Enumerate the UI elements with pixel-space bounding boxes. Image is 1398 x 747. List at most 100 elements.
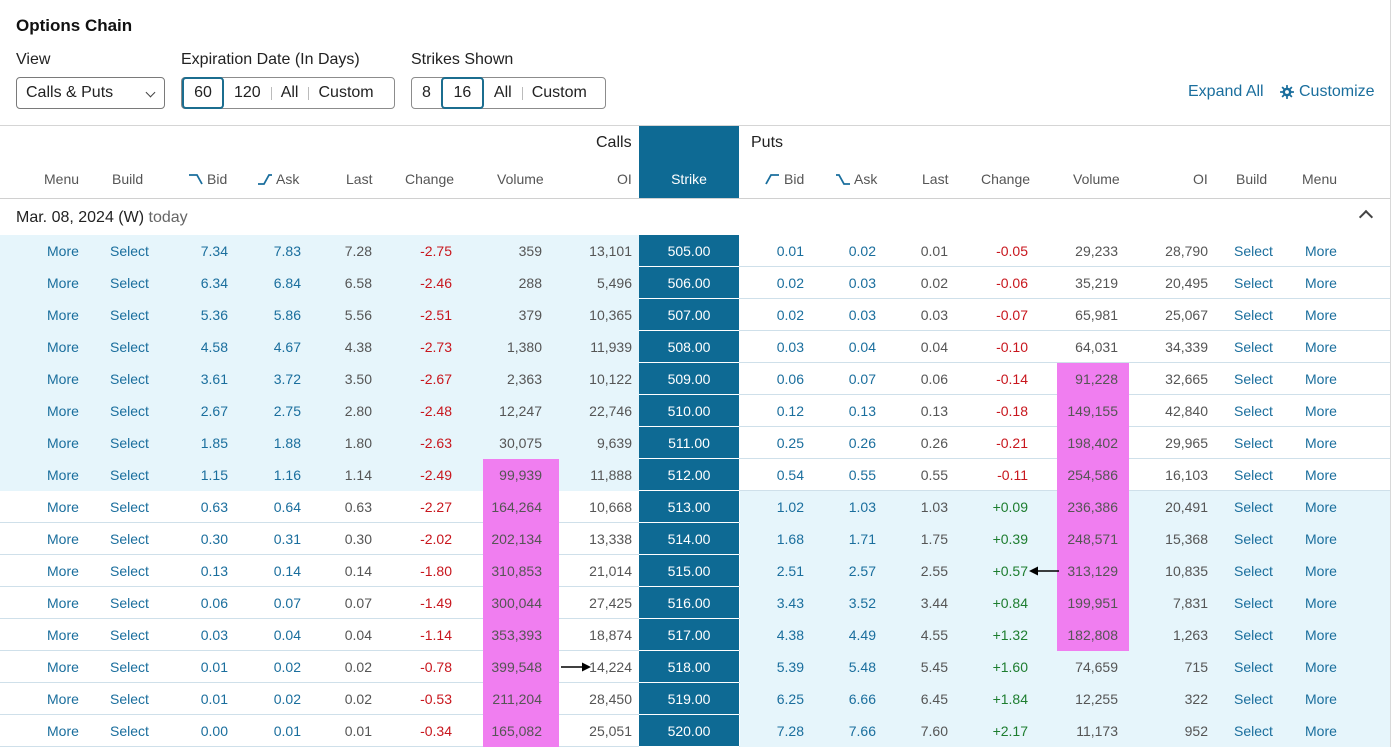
calls-select-link[interactable]: Select bbox=[110, 307, 149, 323]
puts-more-link[interactable]: More bbox=[1305, 371, 1337, 387]
calls-select-link[interactable]: Select bbox=[110, 563, 149, 579]
puts-more-link[interactable]: More bbox=[1305, 531, 1337, 547]
puts-ask-cell[interactable]: 1.03 bbox=[849, 499, 876, 515]
calls-select-link[interactable]: Select bbox=[110, 595, 149, 611]
puts-ask-cell[interactable]: 0.13 bbox=[849, 403, 876, 419]
calls-bid-header[interactable]: Bid bbox=[188, 171, 227, 187]
calls-select-link[interactable]: Select bbox=[110, 691, 149, 707]
puts-bid-cell[interactable]: 1.68 bbox=[777, 531, 804, 547]
calls-more-link[interactable]: More bbox=[47, 467, 79, 483]
calls-ask-cell[interactable]: 0.14 bbox=[274, 563, 301, 579]
calls-bid-cell[interactable]: 4.58 bbox=[201, 339, 228, 355]
calls-more-link[interactable]: More bbox=[47, 371, 79, 387]
calls-select-link[interactable]: Select bbox=[110, 339, 149, 355]
puts-bid-cell[interactable]: 0.03 bbox=[777, 339, 804, 355]
calls-ask-header[interactable]: Ask bbox=[257, 171, 299, 187]
puts-more-link[interactable]: More bbox=[1305, 659, 1337, 675]
calls-ask-cell[interactable]: 2.75 bbox=[274, 403, 301, 419]
puts-bid-cell[interactable]: 0.25 bbox=[777, 435, 804, 451]
calls-ask-cell[interactable]: 6.84 bbox=[274, 275, 301, 291]
puts-more-link[interactable]: More bbox=[1305, 627, 1337, 643]
puts-more-link[interactable]: More bbox=[1305, 435, 1337, 451]
puts-more-link[interactable]: More bbox=[1305, 403, 1337, 419]
puts-more-link[interactable]: More bbox=[1305, 467, 1337, 483]
calls-ask-cell[interactable]: 5.86 bbox=[274, 307, 301, 323]
calls-more-link[interactable]: More bbox=[47, 723, 79, 739]
calls-bid-cell[interactable]: 2.67 bbox=[201, 403, 228, 419]
calls-select-link[interactable]: Select bbox=[110, 627, 149, 643]
expiration-option-all[interactable]: All bbox=[270, 78, 309, 108]
strikes-option-16[interactable]: 16 bbox=[440, 77, 484, 109]
puts-select-link[interactable]: Select bbox=[1234, 403, 1273, 419]
calls-bid-cell[interactable]: 1.85 bbox=[201, 435, 228, 451]
customize-link[interactable]: Customize bbox=[1299, 83, 1375, 101]
puts-more-link[interactable]: More bbox=[1305, 595, 1337, 611]
calls-select-link[interactable]: Select bbox=[110, 371, 149, 387]
calls-more-link[interactable]: More bbox=[47, 531, 79, 547]
puts-bid-cell[interactable]: 0.06 bbox=[777, 371, 804, 387]
puts-ask-cell[interactable]: 0.02 bbox=[849, 243, 876, 259]
calls-select-link[interactable]: Select bbox=[110, 403, 149, 419]
calls-ask-cell[interactable]: 0.02 bbox=[274, 691, 301, 707]
calls-more-link[interactable]: More bbox=[47, 403, 79, 419]
puts-ask-cell[interactable]: 0.04 bbox=[849, 339, 876, 355]
calls-bid-cell[interactable]: 1.15 bbox=[201, 467, 228, 483]
calls-bid-cell[interactable]: 0.63 bbox=[201, 499, 228, 515]
calls-bid-cell[interactable]: 3.61 bbox=[201, 371, 228, 387]
puts-select-link[interactable]: Select bbox=[1234, 563, 1273, 579]
puts-ask-cell[interactable]: 0.03 bbox=[849, 307, 876, 323]
calls-ask-cell[interactable]: 0.01 bbox=[274, 723, 301, 739]
calls-bid-cell[interactable]: 5.36 bbox=[201, 307, 228, 323]
puts-more-link[interactable]: More bbox=[1305, 723, 1337, 739]
calls-ask-cell[interactable]: 0.04 bbox=[274, 627, 301, 643]
puts-bid-cell[interactable]: 0.12 bbox=[777, 403, 804, 419]
puts-more-link[interactable]: More bbox=[1305, 307, 1337, 323]
gear-icon[interactable] bbox=[1280, 85, 1294, 99]
puts-ask-cell[interactable]: 2.57 bbox=[849, 563, 876, 579]
calls-more-link[interactable]: More bbox=[47, 243, 79, 259]
calls-bid-cell[interactable]: 0.03 bbox=[201, 627, 228, 643]
puts-ask-cell[interactable]: 1.71 bbox=[849, 531, 876, 547]
calls-bid-cell[interactable]: 0.30 bbox=[201, 531, 228, 547]
puts-select-link[interactable]: Select bbox=[1234, 275, 1273, 291]
puts-bid-cell[interactable]: 4.38 bbox=[777, 627, 804, 643]
puts-select-link[interactable]: Select bbox=[1234, 627, 1273, 643]
collapse-chevron-icon[interactable] bbox=[1358, 209, 1374, 225]
puts-ask-cell[interactable]: 7.66 bbox=[849, 723, 876, 739]
calls-more-link[interactable]: More bbox=[47, 339, 79, 355]
calls-select-link[interactable]: Select bbox=[110, 243, 149, 259]
puts-bid-cell[interactable]: 0.54 bbox=[777, 467, 804, 483]
puts-more-link[interactable]: More bbox=[1305, 563, 1337, 579]
puts-more-link[interactable]: More bbox=[1305, 499, 1337, 515]
calls-more-link[interactable]: More bbox=[47, 499, 79, 515]
puts-select-link[interactable]: Select bbox=[1234, 307, 1273, 323]
puts-ask-cell[interactable]: 0.26 bbox=[849, 435, 876, 451]
calls-ask-cell[interactable]: 7.83 bbox=[274, 243, 301, 259]
puts-bid-cell[interactable]: 3.43 bbox=[777, 595, 804, 611]
puts-select-link[interactable]: Select bbox=[1234, 467, 1273, 483]
calls-ask-cell[interactable]: 1.88 bbox=[274, 435, 301, 451]
calls-ask-cell[interactable]: 1.16 bbox=[274, 467, 301, 483]
calls-more-link[interactable]: More bbox=[47, 563, 79, 579]
expiration-option-60[interactable]: 60 bbox=[182, 77, 224, 109]
puts-ask-cell[interactable]: 5.48 bbox=[849, 659, 876, 675]
puts-select-link[interactable]: Select bbox=[1234, 691, 1273, 707]
puts-bid-cell[interactable]: 1.02 bbox=[777, 499, 804, 515]
puts-ask-cell[interactable]: 0.03 bbox=[849, 275, 876, 291]
puts-bid-cell[interactable]: 0.02 bbox=[777, 307, 804, 323]
puts-more-link[interactable]: More bbox=[1305, 691, 1337, 707]
calls-select-link[interactable]: Select bbox=[110, 435, 149, 451]
puts-select-link[interactable]: Select bbox=[1234, 531, 1273, 547]
calls-bid-cell[interactable]: 6.34 bbox=[201, 275, 228, 291]
calls-bid-cell[interactable]: 0.00 bbox=[201, 723, 228, 739]
calls-ask-cell[interactable]: 0.31 bbox=[274, 531, 301, 547]
puts-bid-cell[interactable]: 0.01 bbox=[777, 243, 804, 259]
puts-select-link[interactable]: Select bbox=[1234, 339, 1273, 355]
puts-ask-header[interactable]: Ask bbox=[835, 171, 877, 187]
puts-select-link[interactable]: Select bbox=[1234, 499, 1273, 515]
puts-select-link[interactable]: Select bbox=[1234, 723, 1273, 739]
calls-more-link[interactable]: More bbox=[47, 659, 79, 675]
puts-select-link[interactable]: Select bbox=[1234, 371, 1273, 387]
puts-bid-header[interactable]: Bid bbox=[765, 171, 804, 187]
expiration-option-custom[interactable]: Custom bbox=[308, 78, 383, 108]
